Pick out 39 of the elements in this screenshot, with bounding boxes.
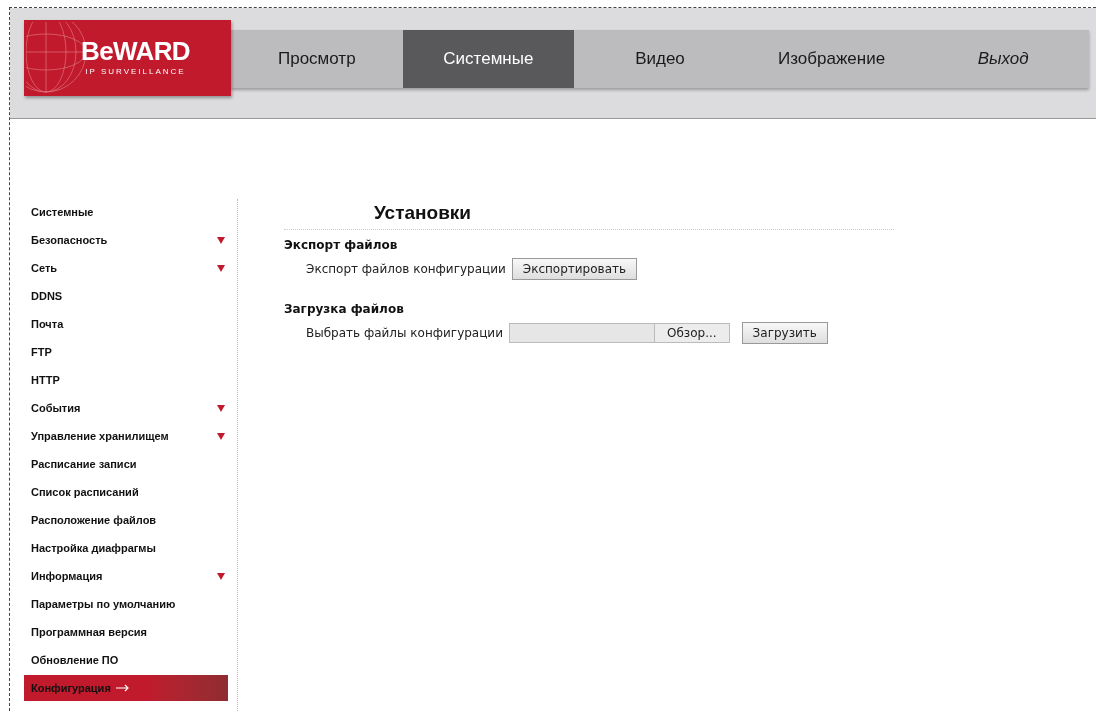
nav-tab[interactable]: Видео [574,30,746,88]
dropdown-triangle-icon [217,236,225,244]
sidebar-item[interactable]: HTTP [24,367,228,393]
field-label: Экспорт файлов конфигурации [306,260,506,278]
nav-tab[interactable]: Изображение [745,30,918,88]
section-heading: Загрузка файлов [284,300,405,318]
action-button[interactable]: Экспортировать [511,257,638,280]
sidebar-item[interactable]: Информация [24,563,228,589]
sidebar-item[interactable]: Программная версия [24,619,228,645]
nav-tab[interactable]: Системные [402,30,575,88]
sidebar-item[interactable]: Список расписаний [24,479,228,505]
sidebar-item[interactable]: Системные [24,199,228,225]
sidebar-item[interactable]: Настройка диафрагмы [24,535,228,561]
sidebar-item[interactable]: Расписание записи [24,451,228,477]
sidebar-item[interactable]: Безопасность [24,227,228,253]
dropdown-triangle-icon [217,264,225,272]
sidebar-item[interactable]: События [24,395,228,421]
sidebar-item[interactable]: Параметры по умолчанию [24,591,228,617]
dropdown-triangle-icon [217,404,225,412]
sidebar-item[interactable]: Сеть [24,255,228,281]
nav-tab[interactable]: Просмотр [231,30,403,88]
section-heading: Экспорт файлов [284,236,399,254]
file-input-field[interactable]: Обзор... [508,322,730,343]
sidebar-item[interactable]: Управление хранилищем [24,423,228,449]
logo-tagline: IP SURVEILLANCE [84,66,186,78]
dropdown-triangle-icon [217,432,225,440]
field-label: Выбрать файлы конфигурации [306,324,503,342]
logo-brand: BeWARD [80,38,190,64]
action-button[interactable]: Загрузить [741,321,828,344]
sidebar-item[interactable]: FTP [24,339,228,365]
page-title: Установки [374,202,471,223]
sidebar-item[interactable]: Почта [24,311,228,337]
sidebar-item[interactable]: DDNS [24,283,228,309]
browse-button[interactable]: Обзор... [653,323,729,342]
sidebar-item[interactable]: Расположение файлов [24,507,228,533]
nav-tab[interactable]: Выход [917,30,1089,88]
sidebar-item[interactable]: Обновление ПО [24,647,228,673]
dropdown-triangle-icon [217,572,225,580]
right-arrow-icon [115,684,130,692]
